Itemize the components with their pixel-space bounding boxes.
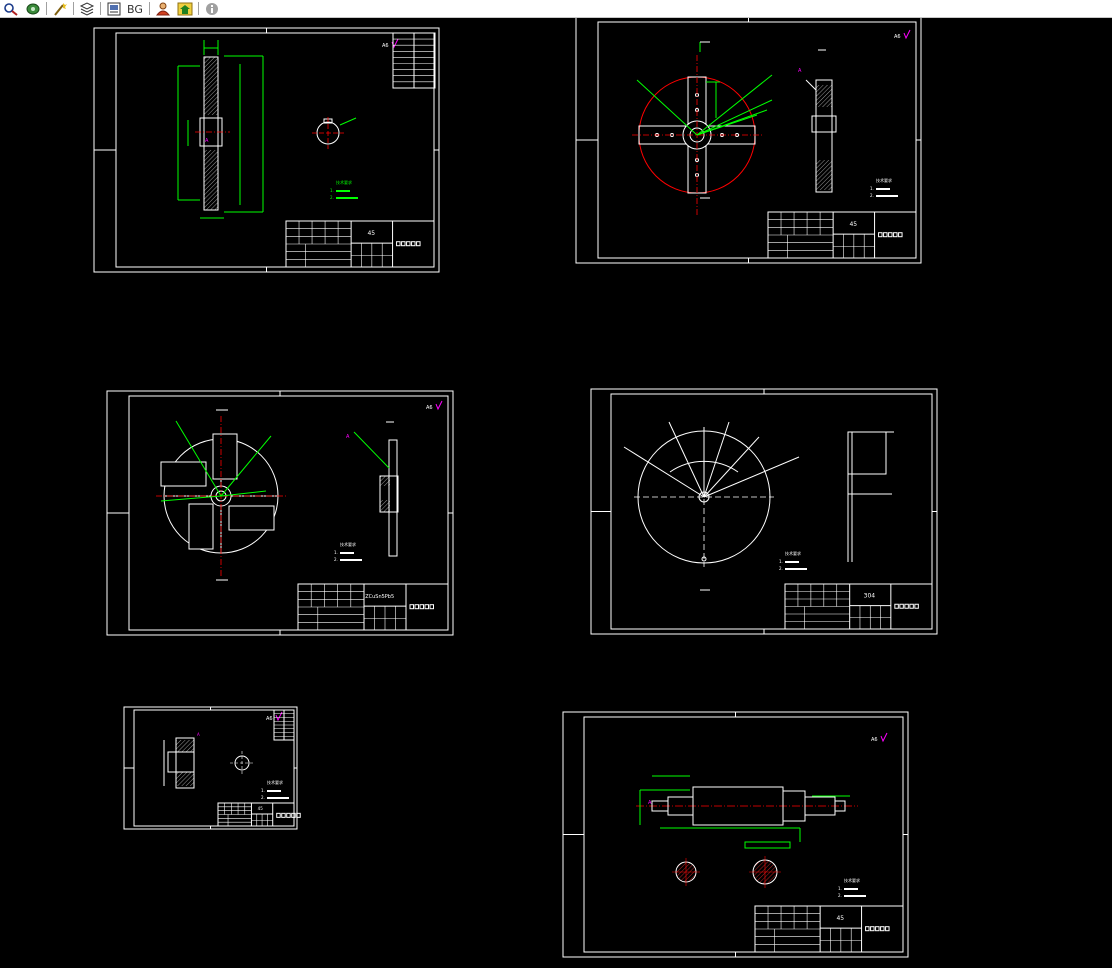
svg-text:A6: A6	[894, 34, 901, 40]
layers-icon[interactable]	[76, 0, 98, 17]
title-block: 45	[754, 905, 904, 953]
print-icon[interactable]	[103, 0, 125, 17]
roughness-symbol: A6	[382, 38, 399, 49]
roughness-symbol: A6	[426, 400, 443, 411]
svg-text:技术要求: 技术要求	[844, 877, 860, 883]
drawing-sheet: 45 A6 技术要求1. 2. A	[562, 711, 909, 958]
drawing-sheet: ZCuSn5Pb5 A6 技术要求1. 2. A	[106, 390, 454, 636]
toolbar-separator	[73, 2, 74, 15]
material-label: 304	[864, 593, 876, 600]
svg-text:A6: A6	[426, 405, 433, 411]
svg-text:1.: 1.	[334, 550, 338, 555]
title-block: 45	[767, 211, 917, 259]
home-icon[interactable]	[174, 0, 196, 17]
svg-text:A: A	[346, 434, 350, 440]
material-label: 45	[258, 806, 264, 811]
technical-notes: 技术要求1. 2.	[870, 177, 898, 198]
roughness-symbol: A6	[894, 29, 911, 40]
svg-text:A6: A6	[382, 43, 389, 49]
title-block: 45	[285, 220, 435, 268]
gear-parameter-table	[273, 709, 295, 741]
shaft-section-b	[749, 856, 781, 888]
material-label: ZCuSn5Pb5	[365, 594, 394, 600]
svg-text:1.: 1.	[870, 186, 874, 191]
svg-text:A6: A6	[266, 716, 273, 722]
svg-text:A: A	[205, 138, 209, 144]
svg-text:1.: 1.	[330, 188, 334, 193]
pan-icon[interactable]	[22, 0, 44, 17]
user-icon[interactable]	[152, 0, 174, 17]
title-block: 304	[784, 583, 933, 630]
drawing-sheet: 45 A6 技术要求1. 2. A	[123, 706, 301, 830]
gear-hub-view: A	[205, 117, 357, 149]
disc-side-view	[847, 431, 894, 562]
wand-icon[interactable]	[49, 0, 71, 17]
technical-notes: 技术要求1. 2.	[330, 179, 358, 200]
cross-plate-front-view	[632, 41, 773, 215]
svg-text:A: A	[648, 800, 652, 806]
drawing-sheet: 304 技术要求1. 2.	[590, 388, 938, 635]
toolbar-separator	[46, 2, 47, 15]
technical-notes: 技术要求1. 2.	[261, 779, 289, 800]
svg-text:2.: 2.	[334, 557, 338, 562]
impeller-section-view: A	[346, 421, 399, 557]
drawing-canvas[interactable]: 45A6技术要求1.2.A45A6技术要求1.2.AZCuSn5Pb5A6技术要…	[0, 18, 1112, 968]
svg-text:1.: 1.	[779, 559, 783, 564]
shaft-main-view: A	[636, 775, 858, 849]
svg-text:A: A	[798, 68, 802, 74]
roughness-symbol: A6	[871, 732, 888, 743]
viewer-toolbar: BG	[0, 0, 1112, 18]
title-block: ZCuSn5Pb5	[297, 583, 449, 631]
svg-text:2.: 2.	[779, 566, 783, 571]
svg-text:BG: BG	[127, 3, 143, 16]
toolbar-separator	[100, 2, 101, 15]
svg-text:1.: 1.	[261, 788, 265, 793]
svg-text:技术要求: 技术要求	[336, 179, 352, 185]
svg-text:1.: 1.	[838, 886, 842, 891]
zoom-icon[interactable]	[0, 0, 22, 17]
title-block: 45	[217, 802, 301, 827]
impeller-front-view	[156, 409, 286, 581]
svg-text:A: A	[197, 732, 200, 737]
svg-text:2.: 2.	[838, 893, 842, 898]
toolbar-separator	[198, 2, 199, 15]
gear-section-view	[177, 40, 264, 219]
svg-text:A6: A6	[871, 737, 878, 743]
shaft-section-a	[672, 858, 700, 886]
bg-icon[interactable]: BG	[125, 0, 147, 17]
svg-text:技术要求: 技术要求	[876, 177, 892, 183]
technical-notes: 技术要求1. 2.	[779, 550, 807, 571]
disc-front-view	[623, 421, 800, 591]
svg-text:技术要求: 技术要求	[267, 779, 283, 785]
svg-text:2.: 2.	[870, 193, 874, 198]
svg-text:技术要求: 技术要求	[785, 550, 801, 556]
cross-plate-section-view: A	[798, 49, 837, 193]
svg-text:技术要求: 技术要求	[340, 541, 356, 547]
material-label: 45	[849, 221, 857, 228]
info-icon[interactable]	[201, 0, 223, 17]
gear-hub-view: A	[197, 732, 254, 775]
toolbar-separator	[149, 2, 150, 15]
technical-notes: 技术要求1. 2.	[334, 541, 362, 562]
gear-parameter-table	[392, 32, 436, 89]
svg-text:2.: 2.	[330, 195, 334, 200]
gear-section-view	[163, 737, 195, 789]
material-label: 45	[836, 915, 844, 922]
drawing-sheet: 45 A6 技术要求1. 2. A	[93, 27, 440, 273]
technical-notes: 技术要求1. 2.	[838, 877, 866, 898]
drawing-sheet: 45 A6 技术要求1. 2. A	[575, 18, 922, 264]
svg-text:2.: 2.	[261, 795, 265, 800]
material-label: 45	[367, 230, 375, 237]
